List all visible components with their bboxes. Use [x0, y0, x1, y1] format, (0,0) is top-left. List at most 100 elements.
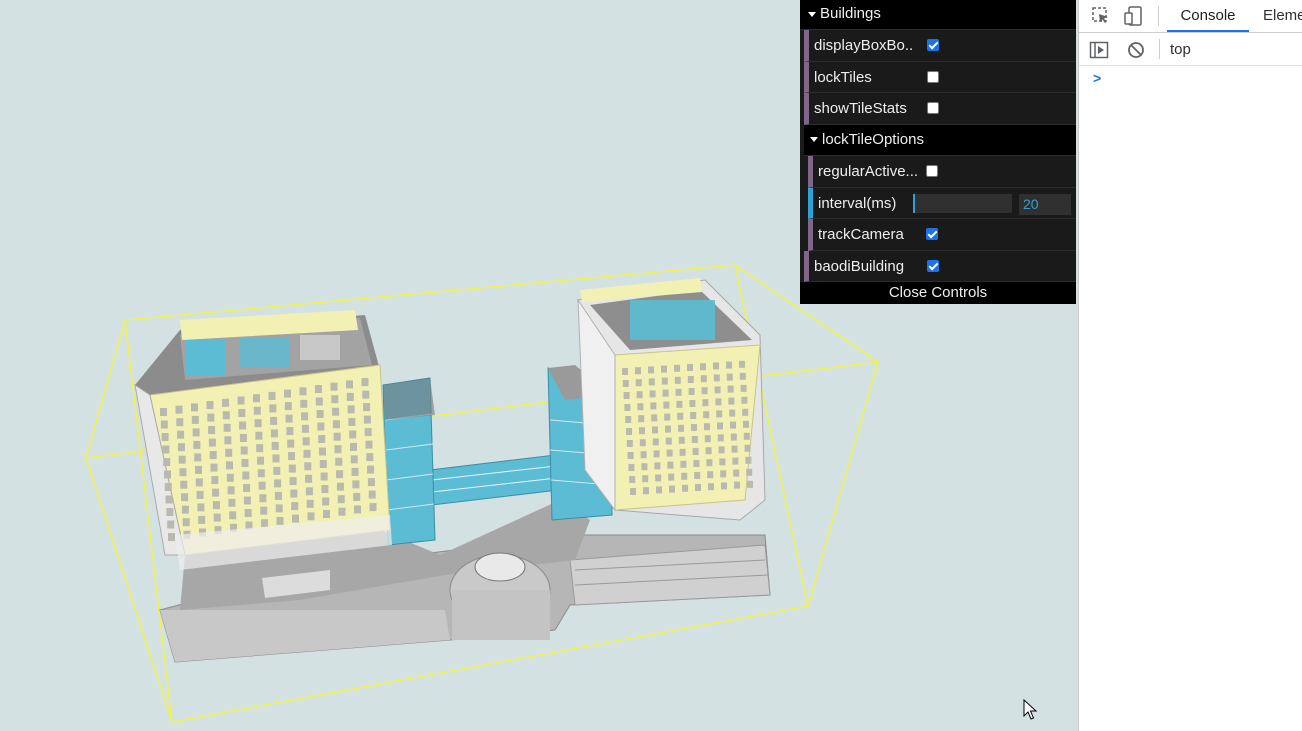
window-pane [680, 460, 687, 468]
track-camera-checkbox[interactable] [926, 228, 938, 240]
tab-elements[interactable]: Eleme [1263, 0, 1302, 32]
window-pane [689, 400, 696, 407]
window-pane [720, 470, 727, 478]
window-pane [702, 399, 709, 407]
window-pane [687, 364, 693, 371]
interval-slider[interactable] [913, 193, 1012, 213]
window-pane [747, 480, 753, 488]
window-pane [669, 485, 675, 493]
clear-console-icon[interactable] [1126, 40, 1146, 60]
window-pane [289, 477, 297, 486]
window-pane [257, 456, 264, 465]
window-pane [197, 503, 205, 512]
window-pane [708, 483, 714, 491]
window-pane [180, 480, 188, 489]
window-pane [163, 458, 171, 466]
window-pane [319, 447, 326, 456]
window-pane [196, 490, 204, 499]
window-pane [652, 438, 659, 446]
window-pane [271, 441, 279, 450]
window-pane [721, 482, 727, 490]
window-pane [350, 442, 357, 451]
close-controls-button[interactable]: Close Controls [800, 282, 1076, 304]
window-pane [707, 471, 714, 479]
window-pane [227, 486, 235, 495]
console-prompt-icon[interactable]: > [1093, 70, 1101, 86]
window-pane [347, 405, 355, 414]
display-box-label: displayBoxBo... [814, 37, 914, 54]
window-pane [336, 482, 344, 491]
sidebar-toggle-icon[interactable] [1089, 40, 1109, 60]
window-pane [301, 412, 309, 421]
folder-buildings[interactable]: Buildings [800, 0, 1076, 30]
window-pane [305, 474, 313, 483]
window-pane [718, 446, 725, 454]
window-pane [274, 479, 282, 488]
window-pane [627, 452, 634, 459]
row-display-box[interactable]: displayBoxBo... [804, 30, 1076, 62]
window-pane [288, 452, 295, 461]
window-pane [291, 502, 299, 511]
window-pane [628, 464, 635, 471]
row-interval[interactable]: interval(ms) 20 [808, 187, 1076, 219]
window-pane [704, 435, 711, 443]
window-pane [175, 405, 183, 414]
window-pane [243, 496, 251, 505]
window-pane [691, 436, 698, 443]
window-pane [181, 493, 189, 502]
window-pane [176, 418, 184, 427]
window-pane [704, 423, 710, 431]
show-tile-stats-checkbox[interactable] [927, 102, 939, 114]
folder-lock-tile-options[interactable]: lockTileOptions [804, 124, 1076, 156]
inspect-element-icon[interactable] [1091, 6, 1111, 26]
window-pane [191, 415, 199, 424]
display-box-checkbox[interactable] [927, 39, 939, 51]
interval-input[interactable]: 20 [1019, 193, 1071, 215]
window-pane [337, 495, 345, 504]
window-pane [733, 469, 740, 477]
window-pane [320, 472, 328, 481]
window-pane [332, 420, 340, 429]
window-pane [239, 421, 247, 430]
row-track-camera[interactable]: trackCamera [808, 219, 1076, 251]
window-pane [635, 367, 641, 375]
window-pane [713, 362, 719, 370]
window-pane [225, 448, 233, 457]
toolbar-separator [1159, 39, 1160, 59]
row-lock-tiles[interactable]: lockTiles [804, 61, 1076, 93]
row-show-tile-stats[interactable]: showTileStats [804, 93, 1076, 125]
window-pane [667, 461, 674, 469]
window-pane [648, 366, 654, 374]
window-pane [643, 487, 649, 495]
window-pane [354, 505, 361, 514]
tab-console[interactable]: Console [1167, 0, 1249, 32]
triangle-down-icon [808, 11, 816, 17]
track-camera-label: trackCamera [818, 226, 904, 243]
window-pane [304, 462, 312, 471]
window-pane [162, 445, 170, 454]
window-pane [637, 403, 644, 411]
window-pane [732, 457, 739, 465]
window-pane [167, 520, 175, 529]
window-pane [682, 484, 688, 492]
window-pane [348, 417, 356, 426]
window-pane [624, 404, 631, 411]
lock-tiles-checkbox[interactable] [927, 70, 939, 83]
window-pane [206, 401, 214, 410]
window-pane [706, 459, 713, 467]
window-pane [241, 459, 249, 467]
window-pane [674, 376, 681, 384]
regular-active-checkbox[interactable] [926, 165, 938, 177]
window-pane [346, 380, 353, 389]
window-pane [334, 445, 342, 454]
row-regular-active[interactable]: regularActive... [808, 156, 1076, 188]
window-pane [693, 460, 700, 467]
window-pane [299, 387, 307, 396]
window-pane [352, 480, 360, 489]
window-pane [363, 403, 371, 412]
context-selector[interactable]: top [1170, 33, 1191, 66]
window-pane [691, 424, 697, 431]
baodi-building-checkbox[interactable] [927, 259, 939, 272]
device-toolbar-icon[interactable] [1123, 5, 1145, 27]
row-baodi-building[interactable]: baodiBuilding [804, 250, 1076, 282]
